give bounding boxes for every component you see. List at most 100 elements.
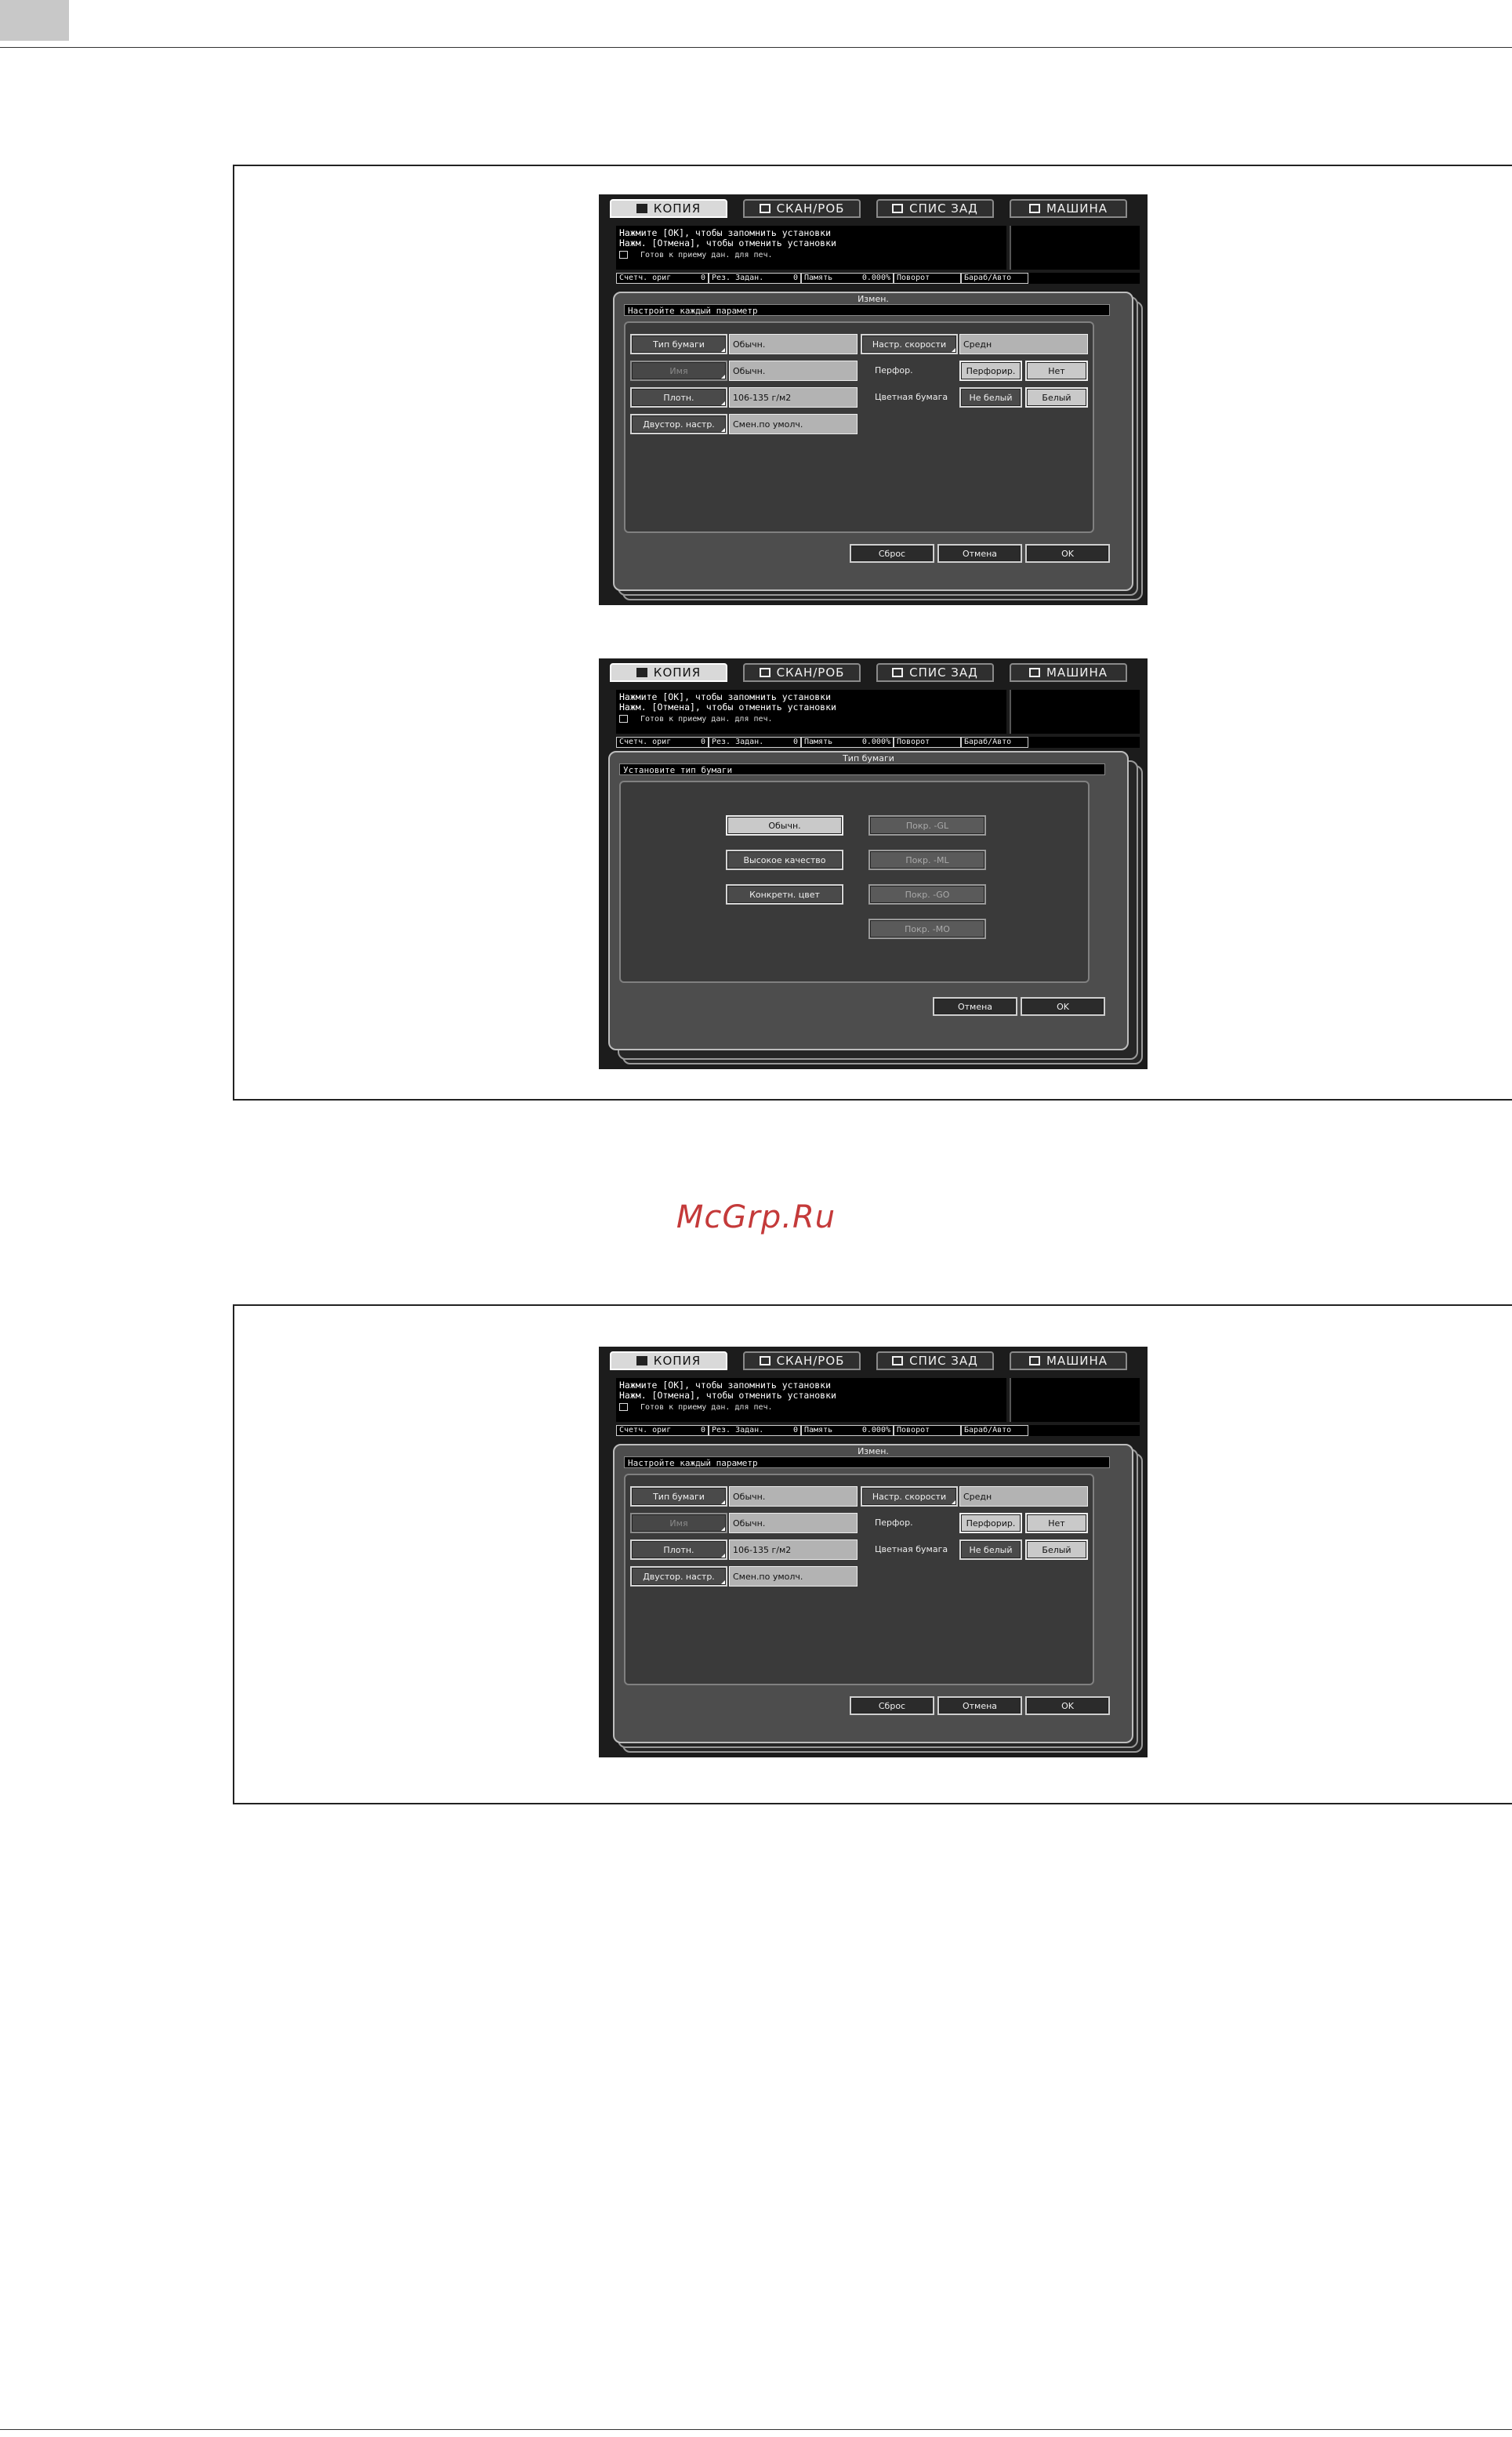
orig-counter-label: Счетч. ориг — [619, 274, 672, 282]
message-line-2: Нажм. [Отмена], чтобы отменить установки — [619, 238, 836, 248]
settings-area: Тип бумаги Обычн. Имя Обычн. Плотн. 106-… — [624, 321, 1094, 533]
tab-machine[interactable]: МАШИНА — [1010, 663, 1127, 682]
cancel-button[interactable]: Отмена — [937, 544, 1022, 563]
speed-settings-button[interactable]: Настр. скорости — [861, 334, 958, 354]
edit-dialog: Измен. Настройте каждый параметр Тип бум… — [613, 1444, 1133, 1743]
paper-type-value: Обычн. — [729, 334, 858, 354]
punch-label: Перфор. — [875, 1518, 913, 1528]
punch-option-none[interactable]: Нет — [1025, 361, 1088, 381]
color-paper-label: Цветная бумага — [875, 392, 948, 402]
memory-label: Память — [804, 1426, 833, 1434]
copy-icon — [636, 668, 647, 677]
tab-job-list[interactable]: СПИС ЗАД — [876, 663, 994, 682]
scan-icon — [759, 1356, 771, 1365]
tab-copy[interactable]: КОПИЯ — [610, 1351, 727, 1370]
page-corner-block — [0, 0, 69, 41]
printer-icon — [619, 1403, 628, 1411]
cancel-button[interactable]: Отмена — [937, 1696, 1022, 1715]
duplex-settings-button[interactable]: Двустор. настр. — [630, 414, 727, 434]
tab-job-list[interactable]: СПИС ЗАД — [876, 1351, 994, 1370]
punch-option-punched[interactable]: Перфорир. — [959, 1513, 1022, 1533]
paper-type-plain[interactable]: Обычн. — [726, 815, 843, 836]
reserved-jobs-value: 0 — [792, 274, 798, 282]
ready-status: Готов к приему дан. для печ. — [640, 251, 773, 259]
weight-value: 106-135 г/м2 — [729, 387, 858, 408]
paper-type-coated-mo: Покр. -MO — [868, 919, 986, 939]
dialog-title: Тип бумаги — [843, 753, 894, 763]
color-option-white[interactable]: Белый — [1025, 1539, 1088, 1560]
paper-type-button[interactable]: Тип бумаги — [630, 1486, 727, 1507]
paper-type-coated-gl: Покр. -GL — [868, 815, 986, 836]
ok-button[interactable]: OK — [1025, 544, 1110, 563]
ok-button[interactable]: OK — [1025, 1696, 1110, 1715]
edit-dialog: Измен. Настройте каждый параметр Тип бум… — [613, 292, 1133, 591]
reserved-jobs-label: Рез. Задан. — [712, 1426, 764, 1434]
memory-label: Память — [804, 274, 833, 282]
tab-job-list[interactable]: СПИС ЗАД — [876, 199, 994, 218]
tab-machine[interactable]: МАШИНА — [1010, 199, 1127, 218]
color-option-non-white[interactable]: Не белый — [959, 387, 1022, 408]
message-area: Нажмите [OK], чтобы запомнить установки … — [616, 690, 1006, 734]
punch-option-none[interactable]: Нет — [1025, 1513, 1088, 1533]
memory-value: 0.000% — [861, 738, 890, 746]
rotate-label: Поворот — [897, 1426, 930, 1434]
reserved-jobs-label: Рез. Задан. — [712, 738, 764, 746]
dialog-title: Измен. — [858, 1446, 889, 1456]
reserved-jobs-label: Рез. Задан. — [712, 274, 764, 282]
panel-edit-settings-1: КОПИЯ СКАН/РОБ СПИС ЗАД МАШИНА Нажмите [… — [599, 194, 1148, 605]
tab-scan[interactable]: СКАН/РОБ — [743, 199, 861, 218]
tab-copy[interactable]: КОПИЯ — [610, 199, 727, 218]
drum-label: Бараб/Авто — [964, 1426, 1012, 1434]
paper-type-button[interactable]: Тип бумаги — [630, 334, 727, 354]
orig-counter-value: 0 — [700, 274, 705, 282]
machine-icon — [1028, 1356, 1040, 1365]
header-rule — [0, 47, 1512, 48]
tab-scan[interactable]: СКАН/РОБ — [743, 663, 861, 682]
machine-icon — [1028, 668, 1040, 677]
duplex-settings-value: Смен.по умолч. — [729, 414, 858, 434]
scan-icon — [759, 668, 771, 677]
speed-value: Средн — [959, 334, 1088, 354]
paper-type-dialog: Тип бумаги Установите тип бумаги Обычн. … — [608, 751, 1129, 1050]
panel-edit-settings-2: КОПИЯ СКАН/РОБ СПИС ЗАД МАШИНА Нажмите [… — [599, 1347, 1148, 1757]
message-area: Нажмите [OK], чтобы запомнить установки … — [616, 1378, 1006, 1422]
footer-rule — [0, 2429, 1512, 2430]
memory-value: 0.000% — [861, 274, 890, 282]
panel-paper-type: КОПИЯ СКАН/РОБ СПИС ЗАД МАШИНА Нажмите [… — [599, 658, 1148, 1069]
memory-value: 0.000% — [861, 1426, 890, 1434]
weight-button[interactable]: Плотн. — [630, 387, 727, 408]
job-list-icon — [892, 668, 904, 677]
message-line-2: Нажм. [Отмена], чтобы отменить установки — [619, 702, 836, 713]
tab-scan[interactable]: СКАН/РОБ — [743, 1351, 861, 1370]
dialog-instruction: Настройте каждый параметр — [624, 304, 1110, 316]
orig-counter-value: 0 — [700, 738, 705, 746]
tab-machine[interactable]: МАШИНА — [1010, 1351, 1127, 1370]
orig-counter-label: Счетч. ориг — [619, 1426, 672, 1434]
memory-label: Память — [804, 738, 833, 746]
weight-button[interactable]: Плотн. — [630, 1539, 727, 1560]
reset-button[interactable]: Сброс — [850, 544, 934, 563]
message-side-area — [1010, 226, 1140, 270]
speed-settings-button[interactable]: Настр. скорости — [861, 1486, 958, 1507]
duplex-settings-button[interactable]: Двустор. настр. — [630, 1566, 727, 1587]
ready-status: Готов к приему дан. для печ. — [640, 715, 773, 723]
paper-type-specific-color[interactable]: Конкретн. цвет — [726, 884, 843, 905]
printer-icon — [619, 251, 628, 259]
paper-type-coated-ml: Покр. -ML — [868, 850, 986, 870]
ok-button[interactable]: OK — [1021, 997, 1105, 1016]
orig-counter-value: 0 — [700, 1426, 705, 1434]
copy-icon — [636, 1356, 647, 1365]
copy-icon — [636, 204, 647, 213]
paper-type-high-quality[interactable]: Высокое качество — [726, 850, 843, 870]
punch-option-punched[interactable]: Перфорир. — [959, 361, 1022, 381]
tab-copy[interactable]: КОПИЯ — [610, 663, 727, 682]
job-list-icon — [892, 1356, 904, 1365]
printer-icon — [619, 715, 628, 723]
color-option-white[interactable]: Белый — [1025, 387, 1088, 408]
paper-type-area: Обычн. Высокое качество Конкретн. цвет П… — [619, 781, 1090, 983]
reserved-jobs-value: 0 — [792, 738, 798, 746]
color-paper-label: Цветная бумага — [875, 1544, 948, 1554]
reset-button[interactable]: Сброс — [850, 1696, 934, 1715]
cancel-button[interactable]: Отмена — [933, 997, 1017, 1016]
color-option-non-white[interactable]: Не белый — [959, 1539, 1022, 1560]
